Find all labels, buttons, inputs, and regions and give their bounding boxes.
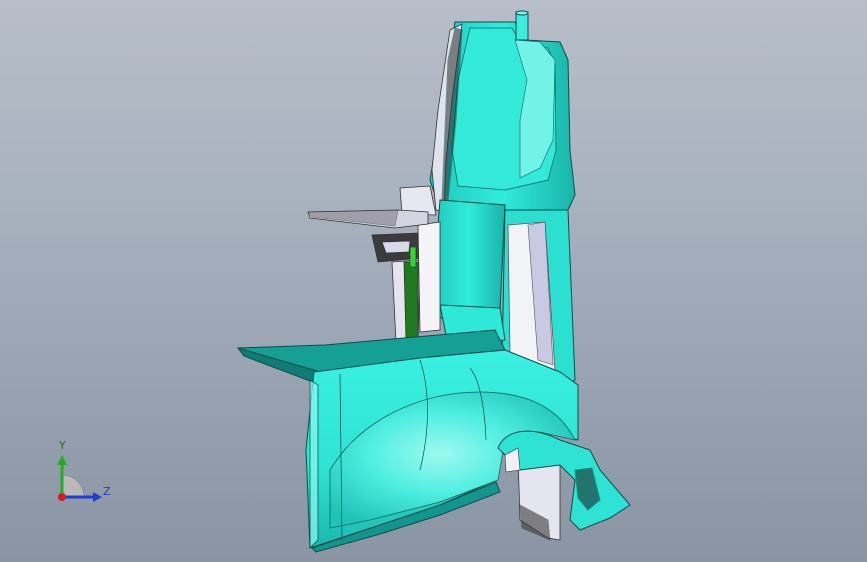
upper-cowl (429, 21, 576, 226)
top-shaft-pin (515, 10, 529, 41)
3d-model-outboard-housing[interactable] (0, 0, 867, 562)
triad-x-axis-quadrant (61, 474, 85, 498)
prop-shaft-area (497, 430, 631, 531)
anti-ventilation-plate-upper (307, 209, 429, 229)
triad-z-arrow (93, 492, 102, 502)
triad-origin (58, 493, 66, 501)
triad-axes (57, 455, 102, 502)
triad-y-arrow (57, 455, 67, 465)
coordinate-triad: Y Z (40, 435, 130, 515)
triad-y-label: Y (59, 439, 66, 452)
triad-z-label: Z (103, 485, 111, 498)
interior-bracket (371, 185, 441, 343)
graphics-viewport[interactable]: Y Z (0, 0, 867, 562)
